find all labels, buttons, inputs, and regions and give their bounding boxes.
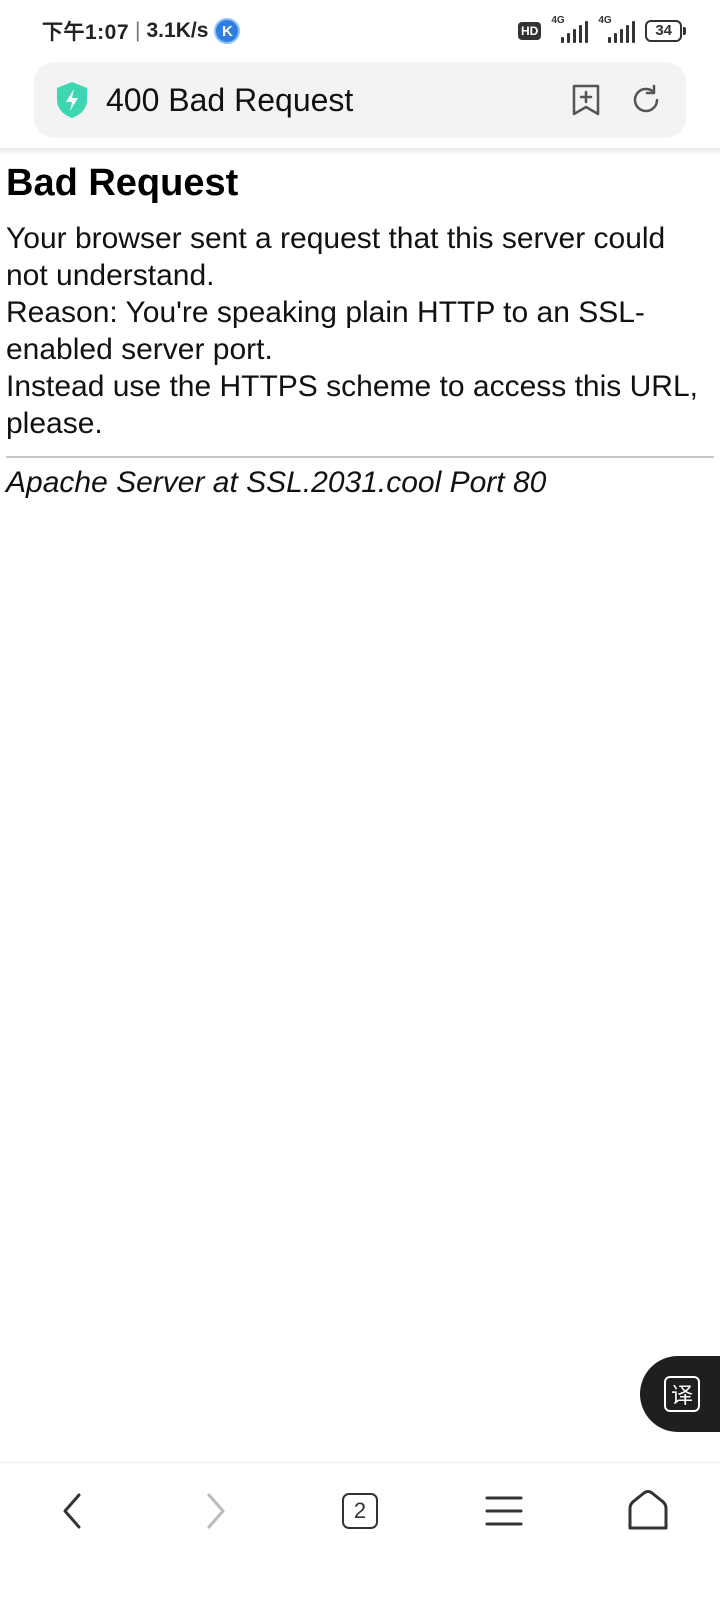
battery-icon: 34 [645, 20, 686, 42]
add-bookmark-button[interactable] [568, 82, 604, 118]
browser-screen: 下午1:07 | 3.1K/s K HD 4G 4G 34 400 Bad Re… [0, 0, 720, 1600]
address-bar[interactable]: 400 Bad Request [34, 62, 686, 138]
bottom-nav-bar: 2 [0, 1462, 720, 1558]
battery-level: 34 [645, 20, 682, 42]
network-speed: 3.1K/s [146, 19, 209, 42]
signal-icon-sim1: 4G [551, 15, 589, 43]
status-right: HD 4G 4G 34 [517, 15, 686, 43]
translate-icon: 译 [664, 1376, 700, 1412]
tabs-icon: 2 [342, 1492, 378, 1529]
back-button[interactable] [42, 1481, 102, 1541]
error-reason: Reason: You're speaking plain HTTP to an… [6, 296, 645, 366]
network-type-sim1: 4G [551, 15, 565, 26]
server-signature: Apache Server at SSL.2031.cool Port 80 [6, 466, 547, 499]
translate-button[interactable]: 译 [640, 1356, 720, 1432]
refresh-button[interactable] [628, 82, 664, 118]
security-shield-icon[interactable] [54, 80, 90, 120]
forward-button[interactable] [186, 1481, 246, 1541]
error-heading: Bad Request [6, 162, 239, 204]
menu-icon [485, 1496, 523, 1525]
network-type-sim2: 4G [598, 15, 612, 26]
forward-icon [207, 1493, 225, 1528]
page-title[interactable]: 400 Bad Request [106, 82, 544, 119]
signal-icon-sim2: 4G [598, 15, 636, 43]
content-divider [6, 456, 714, 458]
web-page-content: Bad Request Your browser sent a request … [6, 158, 714, 501]
error-message-1: Your browser sent a request that this se… [6, 222, 666, 292]
error-instruction: Instead use the HTTPS scheme to access t… [6, 370, 698, 440]
tabs-button[interactable]: 2 [330, 1481, 390, 1541]
home-button[interactable] [618, 1481, 678, 1541]
status-separator: | [135, 19, 141, 42]
refresh-icon [633, 84, 659, 113]
menu-button[interactable] [474, 1481, 534, 1541]
app-notification-icon: K [214, 18, 241, 44]
bookmark-add-icon [572, 84, 600, 116]
back-icon [63, 1493, 81, 1528]
hd-voice-icon: HD [517, 22, 542, 40]
status-time: 下午1:07 [42, 21, 130, 44]
status-left: 下午1:07 | 3.1K/s K [42, 16, 241, 46]
header-divider [0, 148, 720, 156]
home-icon [628, 1489, 668, 1529]
status-bar: 下午1:07 | 3.1K/s K HD 4G 4G 34 [0, 0, 720, 62]
